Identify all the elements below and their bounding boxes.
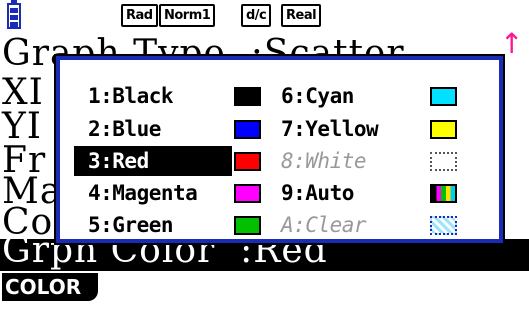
scroll-up-arrow-icon: ↑ [500, 27, 524, 60]
menu-item-red[interactable]: 3:Red [74, 146, 232, 176]
magenta-swatch [234, 184, 261, 203]
black-swatch [234, 87, 261, 106]
complex-mode-indicator: Real [281, 4, 322, 27]
graph-color-text: Grph Color :Red [2, 239, 328, 271]
menu-item-white: 8:White [281, 149, 367, 173]
f1-color-key[interactable]: COLOR [2, 273, 98, 301]
white-swatch [430, 152, 457, 171]
setup-line-graph-color-selected[interactable]: Grph Color :Red [0, 239, 529, 271]
blue-swatch [234, 120, 261, 139]
menu-item-green[interactable]: 5:Green [88, 210, 174, 240]
cyan-swatch [430, 87, 457, 106]
display-mode-indicator: Norm1 [159, 4, 216, 27]
menu-item-clear: A:Clear [281, 213, 367, 237]
calculator-screen: Rad Norm1 d/c Real Graph Type :Scatter ↑… [0, 0, 529, 313]
fraction-mode-indicator: d/c [241, 4, 272, 27]
clear-swatch [430, 216, 457, 235]
angle-mode-indicator: Rad [121, 4, 158, 27]
green-swatch [234, 216, 261, 235]
color-selection-menu: 1:Black 2:Blue 3:Red 4:Magenta 5:Green 6… [54, 54, 505, 245]
auto-swatch [430, 184, 457, 203]
battery-icon [7, 0, 21, 29]
menu-item-black[interactable]: 1:Black [88, 81, 174, 111]
yellow-swatch [430, 120, 457, 139]
menu-item-magenta[interactable]: 4:Magenta [88, 178, 198, 208]
menu-item-cyan[interactable]: 6:Cyan [281, 81, 354, 111]
setup-line-color-link: Co [2, 202, 54, 243]
menu-item-blue[interactable]: 2:Blue [88, 114, 161, 144]
menu-item-auto[interactable]: 9:Auto [281, 178, 354, 208]
menu-item-yellow[interactable]: 7:Yellow [281, 114, 379, 144]
red-swatch [234, 152, 261, 171]
status-bar: Rad Norm1 d/c Real [0, 0, 529, 34]
